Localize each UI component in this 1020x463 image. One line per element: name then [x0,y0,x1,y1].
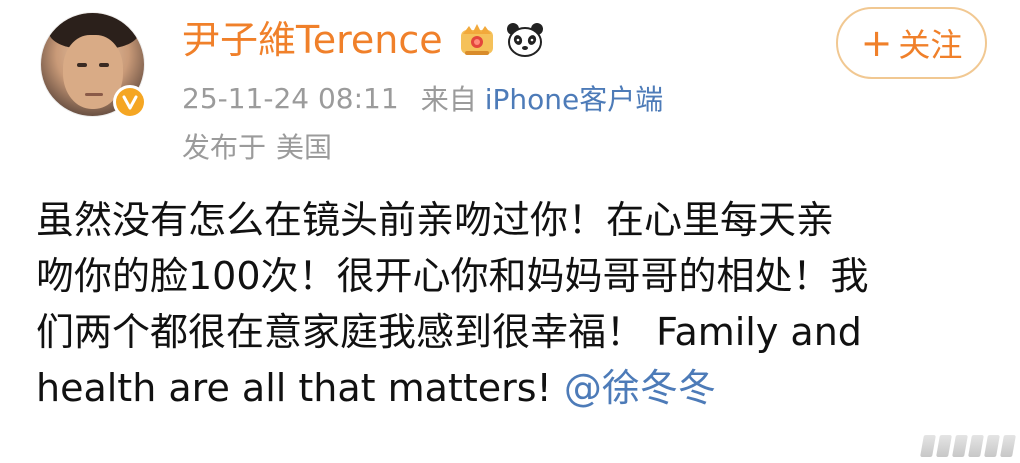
mention-link[interactable]: @徐冬冬 [564,366,716,410]
post-meta: 25-11-24 08:11 来自 iPhone客户端 [182,78,663,118]
source-label: 来自 [420,83,477,116]
follow-label: 关注 [898,26,963,64]
post-body-line: health are all that matters! @徐冬冬 [36,360,966,416]
post-location: 发布于 美国 [182,126,332,166]
post-datetime: 25-11-24 08:11 [182,81,399,115]
post-body-text: health are all that matters! [36,366,564,410]
post-body-line: 虽然没有怎么在镜头前亲吻过你！在心里每天亲 [36,198,835,242]
plus-icon: + [860,21,893,65]
follow-button[interactable]: + 关注 [836,7,987,79]
avatar-eye-left [77,63,87,67]
post-body-line: 吻你的脸100次！很开心你和妈妈哥哥的相处！我 [36,254,869,298]
location-value: 美国 [276,131,333,164]
source-app-link[interactable]: iPhone客户端 [485,78,664,118]
author-name[interactable]: 尹子維Terence [182,14,443,66]
avatar-eye-right [99,63,109,67]
post-body-line: 们两个都很在意家庭我感到很幸福！ Family and [36,310,862,354]
verified-v-icon [113,85,147,119]
avatar[interactable] [40,12,147,119]
panda-icon[interactable] [503,18,547,62]
author-row: 尹子維Terence [182,14,547,66]
weibo-post: 尹子維Terence 25-11-24 08:11 来自 iPhone客户端 发… [0,0,1020,463]
watermark-mark [920,435,1016,457]
location-label: 发布于 [182,131,267,164]
crown-icon[interactable] [455,18,499,62]
post-body: 虽然没有怎么在镜头前亲吻过你！在心里每天亲 吻你的脸100次！很开心你和妈妈哥哥… [36,192,966,416]
avatar-mouth [85,93,103,96]
